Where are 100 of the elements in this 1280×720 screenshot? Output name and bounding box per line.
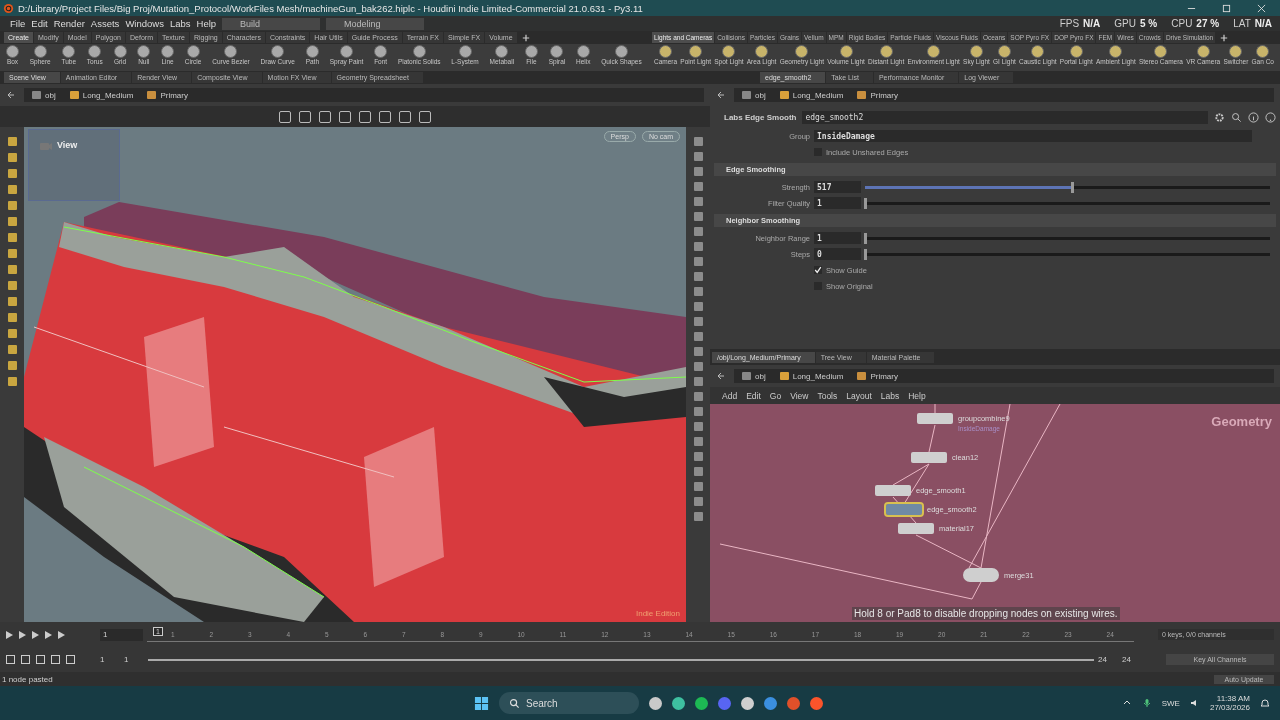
network-node[interactable] (898, 523, 934, 534)
shelf-tool-icon[interactable] (412, 45, 426, 59)
shelf-tool-icon[interactable] (969, 45, 983, 59)
shelf-tool-icon[interactable] (659, 45, 673, 59)
shelf-tool-icon[interactable] (340, 45, 354, 59)
notification-icon[interactable] (1260, 698, 1270, 708)
shelf-tool-icon[interactable] (1154, 45, 1168, 59)
path-field[interactable]: obj Long_Medium Primary (734, 88, 1274, 102)
desktop-dropdown[interactable]: Build (222, 17, 321, 30)
app-icon[interactable] (695, 696, 708, 710)
network-node[interactable] (911, 452, 947, 463)
viewport-tool-icon[interactable] (299, 110, 311, 123)
shelf-tool-icon[interactable] (1256, 45, 1270, 59)
clock-date[interactable]: 27/03/2026 (1209, 703, 1250, 712)
shelf-tool-icon[interactable] (271, 45, 285, 59)
app-icon[interactable] (672, 696, 685, 710)
shelf-tool-icon[interactable] (1109, 45, 1123, 59)
app-icon[interactable] (764, 696, 777, 710)
shelf-tool-icon[interactable] (997, 45, 1011, 59)
shelf-tool-icon[interactable] (33, 45, 47, 59)
viewport-tool-icon[interactable] (279, 110, 291, 123)
menu-item[interactable]: Labs (880, 390, 900, 401)
shelf-tool-icon[interactable] (224, 45, 238, 59)
value-field[interactable]: 0 (814, 248, 861, 260)
shelf-tool-icon[interactable] (879, 45, 893, 59)
shelf-tool-icon[interactable] (689, 45, 703, 59)
slider-handle[interactable] (864, 248, 867, 260)
value-field[interactable]: 517 (814, 181, 861, 193)
value-field[interactable]: 1 (814, 232, 861, 244)
slider-handle[interactable] (864, 232, 867, 244)
shelf-tool-icon[interactable] (722, 45, 736, 59)
menu-item[interactable]: View (790, 390, 809, 401)
shelf-tool-icon[interactable] (795, 45, 809, 59)
menu-item[interactable]: Go (769, 390, 782, 401)
viewport-tool-icon[interactable] (419, 110, 431, 123)
help-icon[interactable] (1265, 111, 1276, 123)
menu-item[interactable]: Tools (817, 390, 838, 401)
shelf-tool-icon[interactable] (6, 45, 19, 59)
value-field[interactable]: 1 (814, 197, 861, 209)
network-node[interactable] (886, 504, 922, 515)
network-node[interactable] (917, 413, 953, 424)
shelf-tool-icon[interactable] (113, 45, 127, 59)
shelf-tool-icon[interactable] (88, 45, 102, 59)
shelf-tool-icon[interactable] (1031, 45, 1045, 59)
range-start-field[interactable]: 1 (124, 655, 144, 664)
menu-item[interactable]: Edit (746, 390, 761, 401)
viewport-tool-icon[interactable] (319, 110, 331, 123)
shelf-tool-icon[interactable] (1229, 45, 1243, 59)
add-icon[interactable] (521, 33, 530, 42)
shelf-tool-icon[interactable] (524, 45, 538, 59)
desktop-dropdown[interactable]: Modeling (326, 17, 425, 30)
slider-handle[interactable] (1070, 181, 1074, 193)
slider-handle[interactable] (864, 197, 867, 209)
path-field[interactable]: obj Long_Medium Primary (24, 88, 704, 102)
group-field[interactable]: InsideDamage (814, 130, 1252, 142)
path-field[interactable]: obj Long_Medium Primary (734, 369, 1274, 383)
range-end-field[interactable]: 24 (1098, 655, 1118, 664)
menu-item[interactable]: Labs (169, 18, 191, 29)
add-icon[interactable] (1220, 33, 1229, 42)
back-arrow-icon[interactable] (6, 90, 16, 100)
viewport-tool-icon[interactable] (359, 110, 371, 123)
shelf-tool-icon[interactable] (374, 45, 388, 59)
checkbox[interactable] (814, 266, 822, 274)
menu-item[interactable]: Windows (125, 18, 164, 29)
microphone-icon[interactable] (1141, 698, 1152, 708)
shelf-tool-icon[interactable] (927, 45, 941, 59)
shelf-tool-icon[interactable] (550, 45, 564, 59)
shelf-tool-icon[interactable] (495, 45, 509, 59)
menu-item[interactable]: Assets (90, 18, 120, 29)
frame-field[interactable]: 1 (100, 628, 143, 641)
shelf-tool-icon[interactable] (1069, 45, 1083, 59)
menu-item[interactable]: Add (722, 390, 738, 401)
shelf-tool-icon[interactable] (458, 45, 472, 59)
shelf-tool-icon[interactable] (615, 45, 628, 59)
shelf-tool-icon[interactable] (839, 45, 853, 59)
app-icon[interactable] (810, 696, 823, 710)
maximize-icon[interactable] (1222, 3, 1231, 13)
back-arrow-icon[interactable] (716, 90, 726, 100)
shelf-tool-icon[interactable] (161, 45, 175, 59)
info-icon[interactable] (1248, 111, 1259, 123)
shelf-tool-icon[interactable] (755, 45, 769, 59)
app-icon[interactable] (741, 696, 754, 710)
menu-item[interactable]: Render (53, 18, 85, 29)
menu-item[interactable]: File (10, 18, 26, 29)
menu-item[interactable]: Help (196, 18, 217, 29)
shelf-tool-icon[interactable] (1196, 45, 1210, 59)
shelf-tool-icon[interactable] (62, 45, 76, 59)
search-field[interactable]: Search (499, 692, 639, 714)
app-icon[interactable] (649, 696, 662, 710)
menu-item[interactable]: Layout (846, 390, 872, 401)
language-indicator[interactable]: SWE (1161, 698, 1180, 708)
view-overlay[interactable]: View (28, 129, 120, 201)
menu-item[interactable]: Help (908, 390, 926, 401)
windows-start-icon[interactable] (474, 695, 489, 711)
close-icon[interactable] (1257, 3, 1266, 13)
search-icon[interactable] (1231, 111, 1242, 123)
back-arrow-icon[interactable] (716, 371, 726, 381)
node-name-field[interactable]: edge_smooth2 (802, 110, 1208, 124)
viewport-tool-icon[interactable] (399, 110, 411, 123)
settings-icon[interactable] (1214, 111, 1225, 123)
